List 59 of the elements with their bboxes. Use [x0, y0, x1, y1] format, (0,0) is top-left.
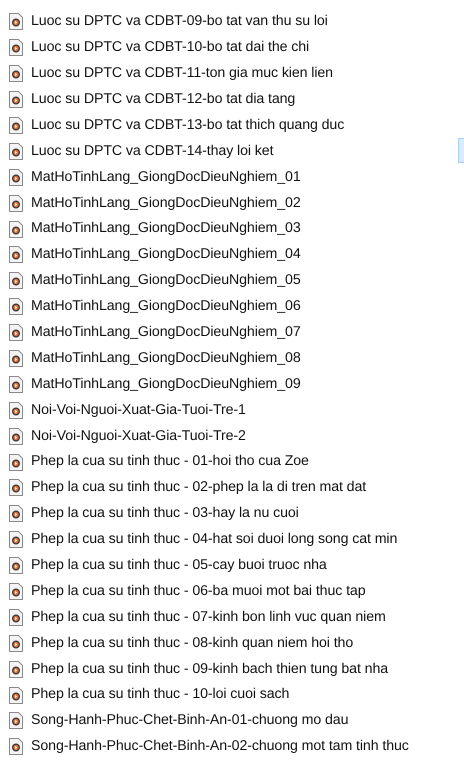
- audio-file-icon: [9, 117, 23, 134]
- audio-file-icon: [9, 583, 23, 600]
- file-name[interactable]: Phep la cua su tinh thuc - 08-kinh quan niem hoi tho: [31, 632, 354, 654]
- file-name[interactable]: Phep la cua su tinh thuc - 10-loi cuoi sach: [31, 684, 290, 706]
- audio-file-icon: [9, 454, 23, 471]
- file-name[interactable]: Luoc su DPTC va CDBT-13-bo tat thich quang duc: [31, 114, 344, 136]
- audio-file-icon: [9, 298, 23, 316]
- audio-file-icon: [9, 194, 23, 212]
- file-name[interactable]: Phep la cua su tinh thuc - 03-hay la nu cuoi: [31, 503, 299, 525]
- file-name[interactable]: Luoc su DPTC va CDBT-11-ton gia muc kien lien: [31, 63, 333, 84]
- file-name[interactable]: MatHoTinhLang_GiongDocDieuNghiem_09: [31, 374, 301, 396]
- audio-file-icon: [9, 376, 23, 393]
- file-name[interactable]: Song-Hanh-Phuc-Chet-Binh-An-01-chuong mo dau: [31, 710, 348, 732]
- file-name[interactable]: Song-Hanh-Phuc-Chet-Binh-An-02-chuong mot tam tinh thuc: [31, 736, 409, 758]
- audio-file-icon: [9, 531, 23, 548]
- audio-file-icon: [9, 738, 23, 756]
- file-name[interactable]: MatHoTinhLang_GiongDocDieuNghiem_08: [31, 348, 301, 370]
- audio-file-icon: [9, 39, 23, 56]
- audio-file-icon: [9, 557, 23, 574]
- file-name[interactable]: Noi-Voi-Nguoi-Xuat-Gia-Tuoi-Tre-2: [31, 426, 246, 447]
- file-name[interactable]: MatHoTinhLang_GiongDocDieuNghiem_04: [31, 244, 301, 266]
- file-name[interactable]: Phep la cua su tinh thuc - 06-ba muoi mot bai thuc tap: [31, 580, 366, 602]
- file-name[interactable]: Phep la cua su tinh thuc - 05-cay buoi truoc nha: [31, 555, 327, 576]
- audio-file-icon: [9, 13, 23, 30]
- file-name[interactable]: Phep la cua su tinh thuc - 04-hat soi duoi long song cat min: [31, 529, 398, 550]
- file-name[interactable]: MatHoTinhLang_GiongDocDieuNghiem_05: [31, 270, 301, 292]
- file-name[interactable]: Noi-Voi-Nguoi-Xuat-Gia-Tuoi-Tre-1: [31, 400, 246, 421]
- audio-file-icon: [9, 324, 23, 342]
- file-name[interactable]: Luoc su DPTC va CDBT-10-bo tat dai the chi: [31, 37, 310, 58]
- file-name[interactable]: Luoc su DPTC va CDBT-14-thay loi ket: [31, 140, 274, 162]
- audio-file-icon: [9, 142, 23, 160]
- audio-file-icon: [9, 272, 23, 290]
- audio-file-icon: [9, 246, 23, 264]
- file-name[interactable]: Luoc su DPTC va CDBT-09-bo tat van thu su loi: [31, 11, 328, 33]
- audio-file-icon: [9, 65, 23, 82]
- audio-file-icon: [9, 91, 23, 108]
- selection-highlight: [458, 138, 464, 163]
- audio-file-icon: [9, 168, 23, 186]
- audio-file-icon: [9, 660, 23, 678]
- file-name[interactable]: MatHoTinhLang_GiongDocDieuNghiem_03: [31, 218, 301, 240]
- audio-file-icon: [9, 634, 23, 652]
- file-name[interactable]: Phep la cua su tinh thuc - 07-kinh bon linh vuc quan niem: [31, 606, 386, 628]
- audio-file-icon: [9, 608, 23, 626]
- file-name[interactable]: MatHoTinhLang_GiongDocDieuNghiem_07: [31, 322, 301, 344]
- file-name[interactable]: Phep la cua su tinh thuc - 01-hoi tho cua Zoe: [31, 451, 309, 473]
- audio-file-icon: [9, 220, 23, 238]
- audio-file-icon: [9, 350, 23, 368]
- file-name[interactable]: MatHoTinhLang_GiongDocDieuNghiem_02: [31, 192, 301, 214]
- file-name[interactable]: Luoc su DPTC va CDBT-12-bo tat dia tang: [31, 88, 296, 110]
- file-name[interactable]: Phep la cua su tinh thuc - 02-phep la la di tren mat dat: [31, 477, 366, 499]
- audio-file-icon: [9, 479, 23, 496]
- audio-file-icon: [9, 428, 23, 445]
- file-name[interactable]: MatHoTinhLang_GiongDocDieuNghiem_06: [31, 296, 301, 318]
- audio-file-icon: [9, 402, 23, 419]
- file-name[interactable]: Phep la cua su tinh thuc - 09-kinh bach thien tung bat nha: [31, 658, 388, 680]
- audio-file-icon: [9, 686, 23, 704]
- audio-file-icon: [9, 505, 23, 522]
- audio-file-icon: [9, 712, 23, 730]
- file-name[interactable]: MatHoTinhLang_GiongDocDieuNghiem_01: [31, 166, 301, 188]
